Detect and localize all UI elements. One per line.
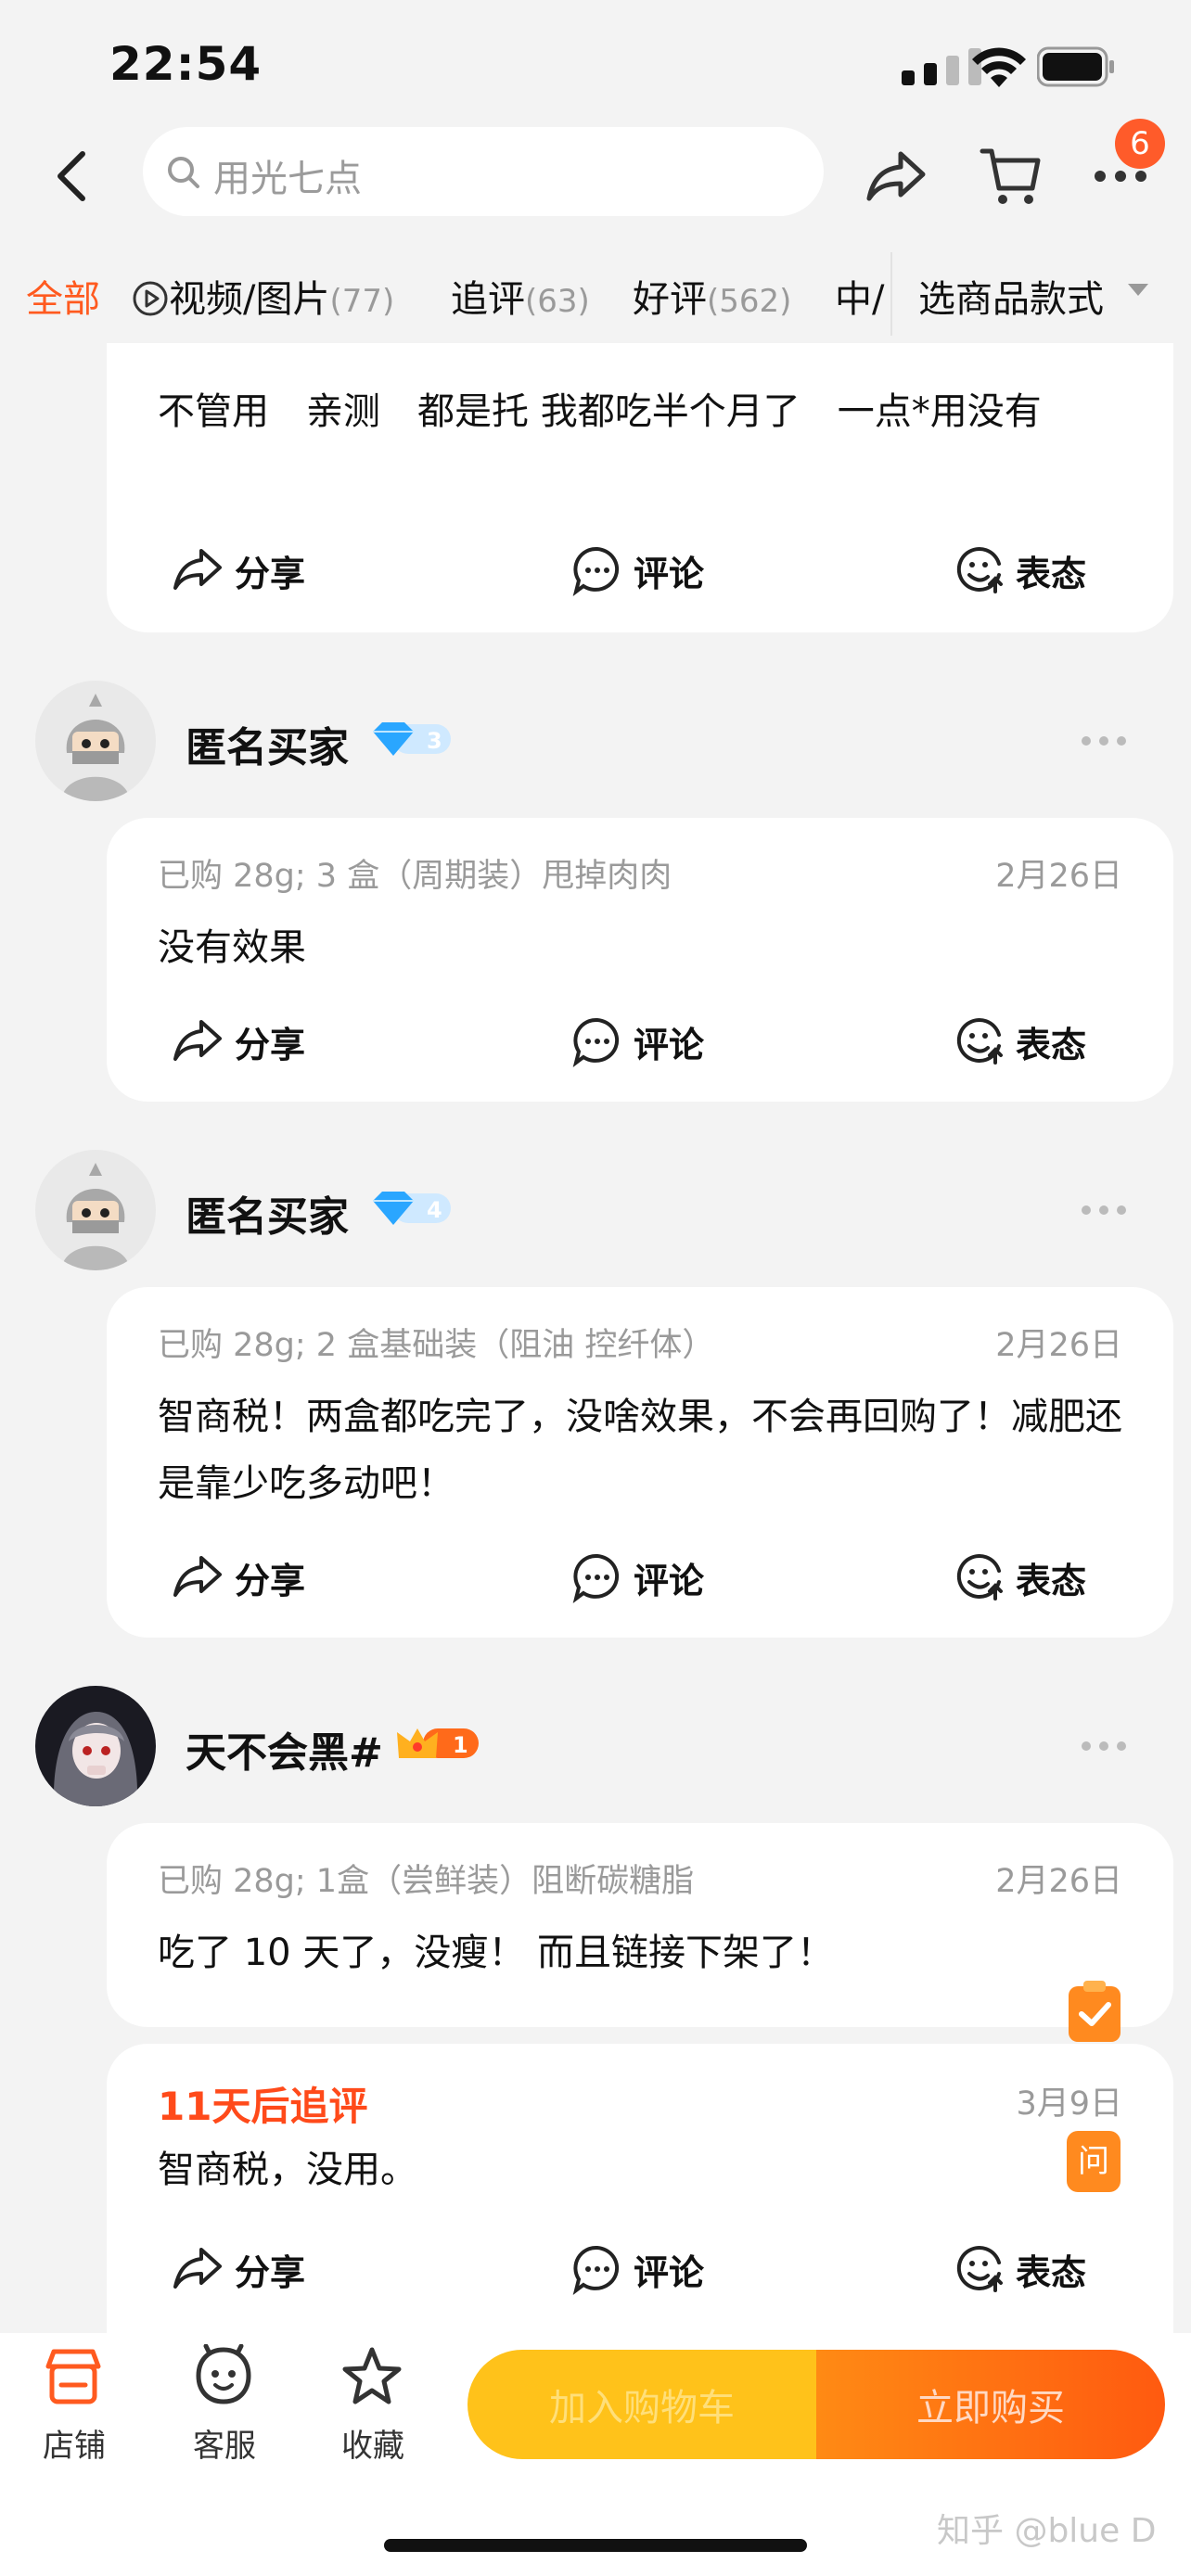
followup-text: 智商税，没用。 [158, 2149, 417, 2191]
cart-icon[interactable] [979, 144, 1044, 209]
customer-service-icon[interactable] [191, 2344, 256, 2409]
sku-filter[interactable]: 选商品款式 [918, 269, 1104, 323]
notification-badge: 6 [1115, 119, 1165, 169]
comment-button[interactable]: 评论 [570, 543, 704, 597]
watermark: 知乎 @blue D [937, 2512, 1157, 2550]
share-button[interactable]: 分享 [172, 1550, 305, 1604]
share-icon [173, 2248, 222, 2289]
review-text: 不管用 亲测 都是托 我都吃半个月了 一点*用没有 [158, 390, 1042, 433]
svg-text:3: 3 [427, 728, 442, 754]
avatar[interactable] [35, 681, 156, 801]
review-text: 智商税！两盒都吃完了，没啥效果，不会再回购了！减肥还是靠少吃多动吧！ [158, 1396, 1122, 1505]
purchase-info: 已购 28g; 3 盒（周期装）甩掉肉肉 [158, 858, 672, 895]
tab-all[interactable]: 全部 [26, 269, 100, 323]
review-date: 2月26日 [995, 1863, 1122, 1900]
nav-service-label: 客服 [193, 2428, 256, 2465]
add-to-cart-button[interactable]: 加入购物车 [467, 2350, 816, 2459]
followup-card: 11天后追评 3月9日 智商税，没用。 分享 评论 表态 [107, 2044, 1173, 2333]
home-indicator[interactable] [384, 2539, 807, 2552]
react-button[interactable]: 表态 [953, 543, 1086, 597]
status-time: 22:54 [109, 37, 263, 91]
diamond-level-badge: 4 [373, 1192, 451, 1225]
followup-date: 3月9日 [1016, 2085, 1122, 2123]
share-icon [173, 1556, 222, 1597]
avatar[interactable] [35, 1150, 156, 1270]
nav-shop-label: 店铺 [43, 2428, 106, 2465]
share-button[interactable]: 分享 [172, 1014, 305, 1068]
review-date: 2月26日 [995, 858, 1122, 895]
share-icon [173, 549, 222, 590]
play-icon [133, 281, 168, 316]
more-icon[interactable] [1081, 734, 1127, 747]
comment-button[interactable]: 评论 [570, 1550, 704, 1604]
purchase-info: 已购 28g; 2 盒基础装（阻油 控纤体） [158, 1327, 715, 1364]
share-button[interactable]: 分享 [172, 2242, 305, 2296]
smile-icon [956, 1018, 1003, 1065]
comment-button[interactable]: 评论 [570, 1014, 704, 1068]
review-text: 吃了 10 天了，没瘦！ 而且链接下架了！ [158, 1932, 835, 1974]
ask-button[interactable]: 问 [1067, 2131, 1121, 2192]
react-button[interactable]: 表态 [953, 1550, 1086, 1604]
react-button[interactable]: 表态 [953, 2242, 1086, 2296]
wifi-icon [972, 47, 1026, 87]
username: 匿名买家 [186, 1193, 349, 1241]
comment-button[interactable]: 评论 [570, 2242, 704, 2296]
tab-media[interactable]: 视频/图片(77) [132, 269, 394, 323]
svg-text:1: 1 [453, 1732, 468, 1758]
search-icon [168, 157, 199, 188]
share-icon [173, 1020, 222, 1061]
star-icon[interactable] [339, 2344, 404, 2409]
more-icon[interactable] [1081, 1740, 1127, 1753]
review-card: 已购 28g; 1盒（尝鲜装）阻断碳糖脂 2月26日 吃了 10 天了，没瘦！ … [107, 1823, 1173, 2027]
review-card: 已购 28g; 3 盒（周期装）甩掉肉肉 2月26日 没有效果 分享 评论 表态 [107, 818, 1173, 1102]
review-card: 已购 28g; 2 盒基础装（阻油 控纤体） 2月26日 智商税！两盒都吃完了，… [107, 1287, 1173, 1638]
search-placeholder: 用光七点 [213, 158, 362, 200]
tab-positive[interactable]: 好评(562) [633, 269, 791, 323]
comment-icon [572, 546, 620, 596]
smile-icon [956, 547, 1003, 593]
avatar[interactable] [35, 1686, 156, 1806]
chevron-down-icon [1128, 284, 1148, 296]
comment-icon [572, 1017, 620, 1067]
tab-followup[interactable]: 追评(63) [451, 269, 590, 323]
share-icon[interactable] [865, 148, 928, 204]
shop-icon[interactable] [41, 2344, 106, 2409]
tab-divider [890, 252, 892, 336]
crown-level-badge: 1 [397, 1728, 479, 1758]
share-button[interactable]: 分享 [172, 543, 305, 597]
followup-title: 11天后追评 [158, 2084, 368, 2129]
username: 天不会黑# [186, 1729, 383, 1777]
review-text: 没有效果 [158, 926, 306, 969]
more-icon[interactable] [1093, 165, 1148, 193]
smile-icon [956, 2246, 1003, 2292]
username: 匿名买家 [186, 724, 349, 772]
comment-icon [572, 2245, 620, 2295]
review-date: 2月26日 [995, 1327, 1122, 1364]
diamond-level-badge: 3 [373, 722, 451, 756]
react-button[interactable]: 表态 [953, 1014, 1086, 1068]
comment-icon [572, 1553, 620, 1603]
purchase-info: 已购 28g; 1盒（尝鲜装）阻断碳糖脂 [158, 1863, 695, 1900]
buy-now-button[interactable]: 立即购买 [816, 2350, 1165, 2459]
smile-icon [956, 1554, 1003, 1600]
svg-text:4: 4 [427, 1197, 442, 1223]
checklist-icon[interactable] [1067, 1981, 1122, 2044]
tab-neutral[interactable]: 中/ [835, 269, 884, 323]
review-card: 不管用 亲测 都是托 我都吃半个月了 一点*用没有 分享 评论 表态 [107, 343, 1173, 632]
battery-icon [1037, 46, 1114, 87]
nav-favorite-label: 收藏 [341, 2428, 404, 2465]
more-icon[interactable] [1081, 1204, 1127, 1217]
back-icon[interactable] [51, 148, 92, 204]
